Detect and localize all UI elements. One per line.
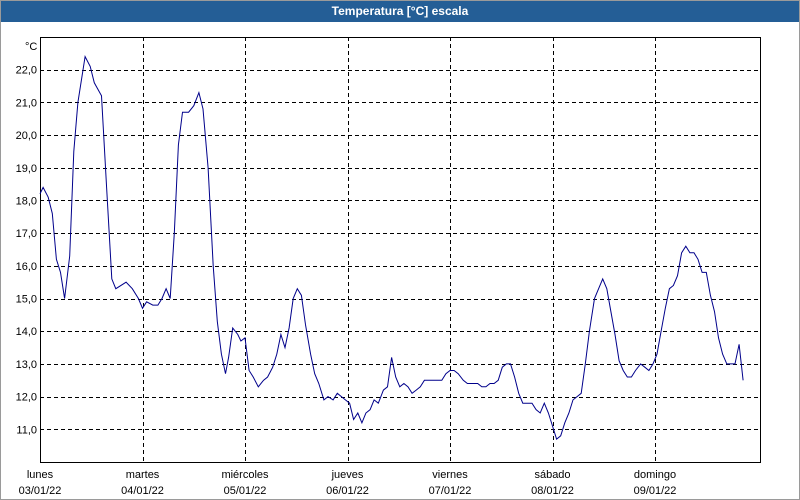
x-tick-date-label: 07/01/22 — [429, 485, 472, 497]
y-tick-label: 22,0 — [16, 65, 37, 77]
x-tick-day-label: sábado — [534, 469, 570, 481]
x-axis: lunes 03/01/22 martes 04/01/22 miércoles 05/0… — [19, 469, 677, 497]
temperature-chart: °C 22,0 21,0 20,0 19,0 18,0 17,0 16,0 15,0 14,0 1… — [16, 37, 761, 497]
y-axis-unit: °C — [25, 41, 37, 53]
x-tick-date-label: 03/01/22 — [19, 485, 62, 497]
y-tick-label: 15,0 — [16, 294, 37, 306]
y-tick-label: 21,0 — [16, 97, 37, 109]
y-tick-label: 17,0 — [16, 228, 37, 240]
y-tick-label: 14,0 — [16, 326, 37, 338]
y-tick-label: 11,0 — [16, 424, 37, 436]
x-tick-day-label: miércoles — [221, 469, 269, 481]
x-tick-day-label: domingo — [634, 469, 676, 481]
y-tick-label: 19,0 — [16, 163, 37, 175]
x-tick-day-label: martes — [126, 469, 160, 481]
y-axis: °C 22,0 21,0 20,0 19,0 18,0 17,0 16,0 15,0 14,0 1… — [16, 41, 38, 436]
y-tick-label: 13,0 — [16, 359, 37, 371]
x-tick-date-label: 05/01/22 — [224, 485, 267, 497]
plot-area-border — [40, 37, 761, 463]
x-tick-date-label: 06/01/22 — [326, 485, 369, 497]
x-tick-date-label: 08/01/22 — [531, 485, 574, 497]
x-tick-date-label: 04/01/22 — [121, 485, 164, 497]
y-tick-label: 18,0 — [16, 195, 37, 207]
y-tick-label: 20,0 — [16, 130, 37, 142]
x-tick-day-label: jueves — [331, 469, 364, 481]
chart-grid — [40, 37, 760, 462]
x-tick-day-label: lunes — [27, 469, 54, 481]
y-tick-label: 16,0 — [16, 261, 37, 273]
x-tick-day-label: viernes — [432, 469, 468, 481]
x-tick-date-label: 09/01/22 — [634, 485, 677, 497]
y-tick-label: 12,0 — [16, 392, 37, 404]
temperature-series-line — [39, 55, 744, 440]
